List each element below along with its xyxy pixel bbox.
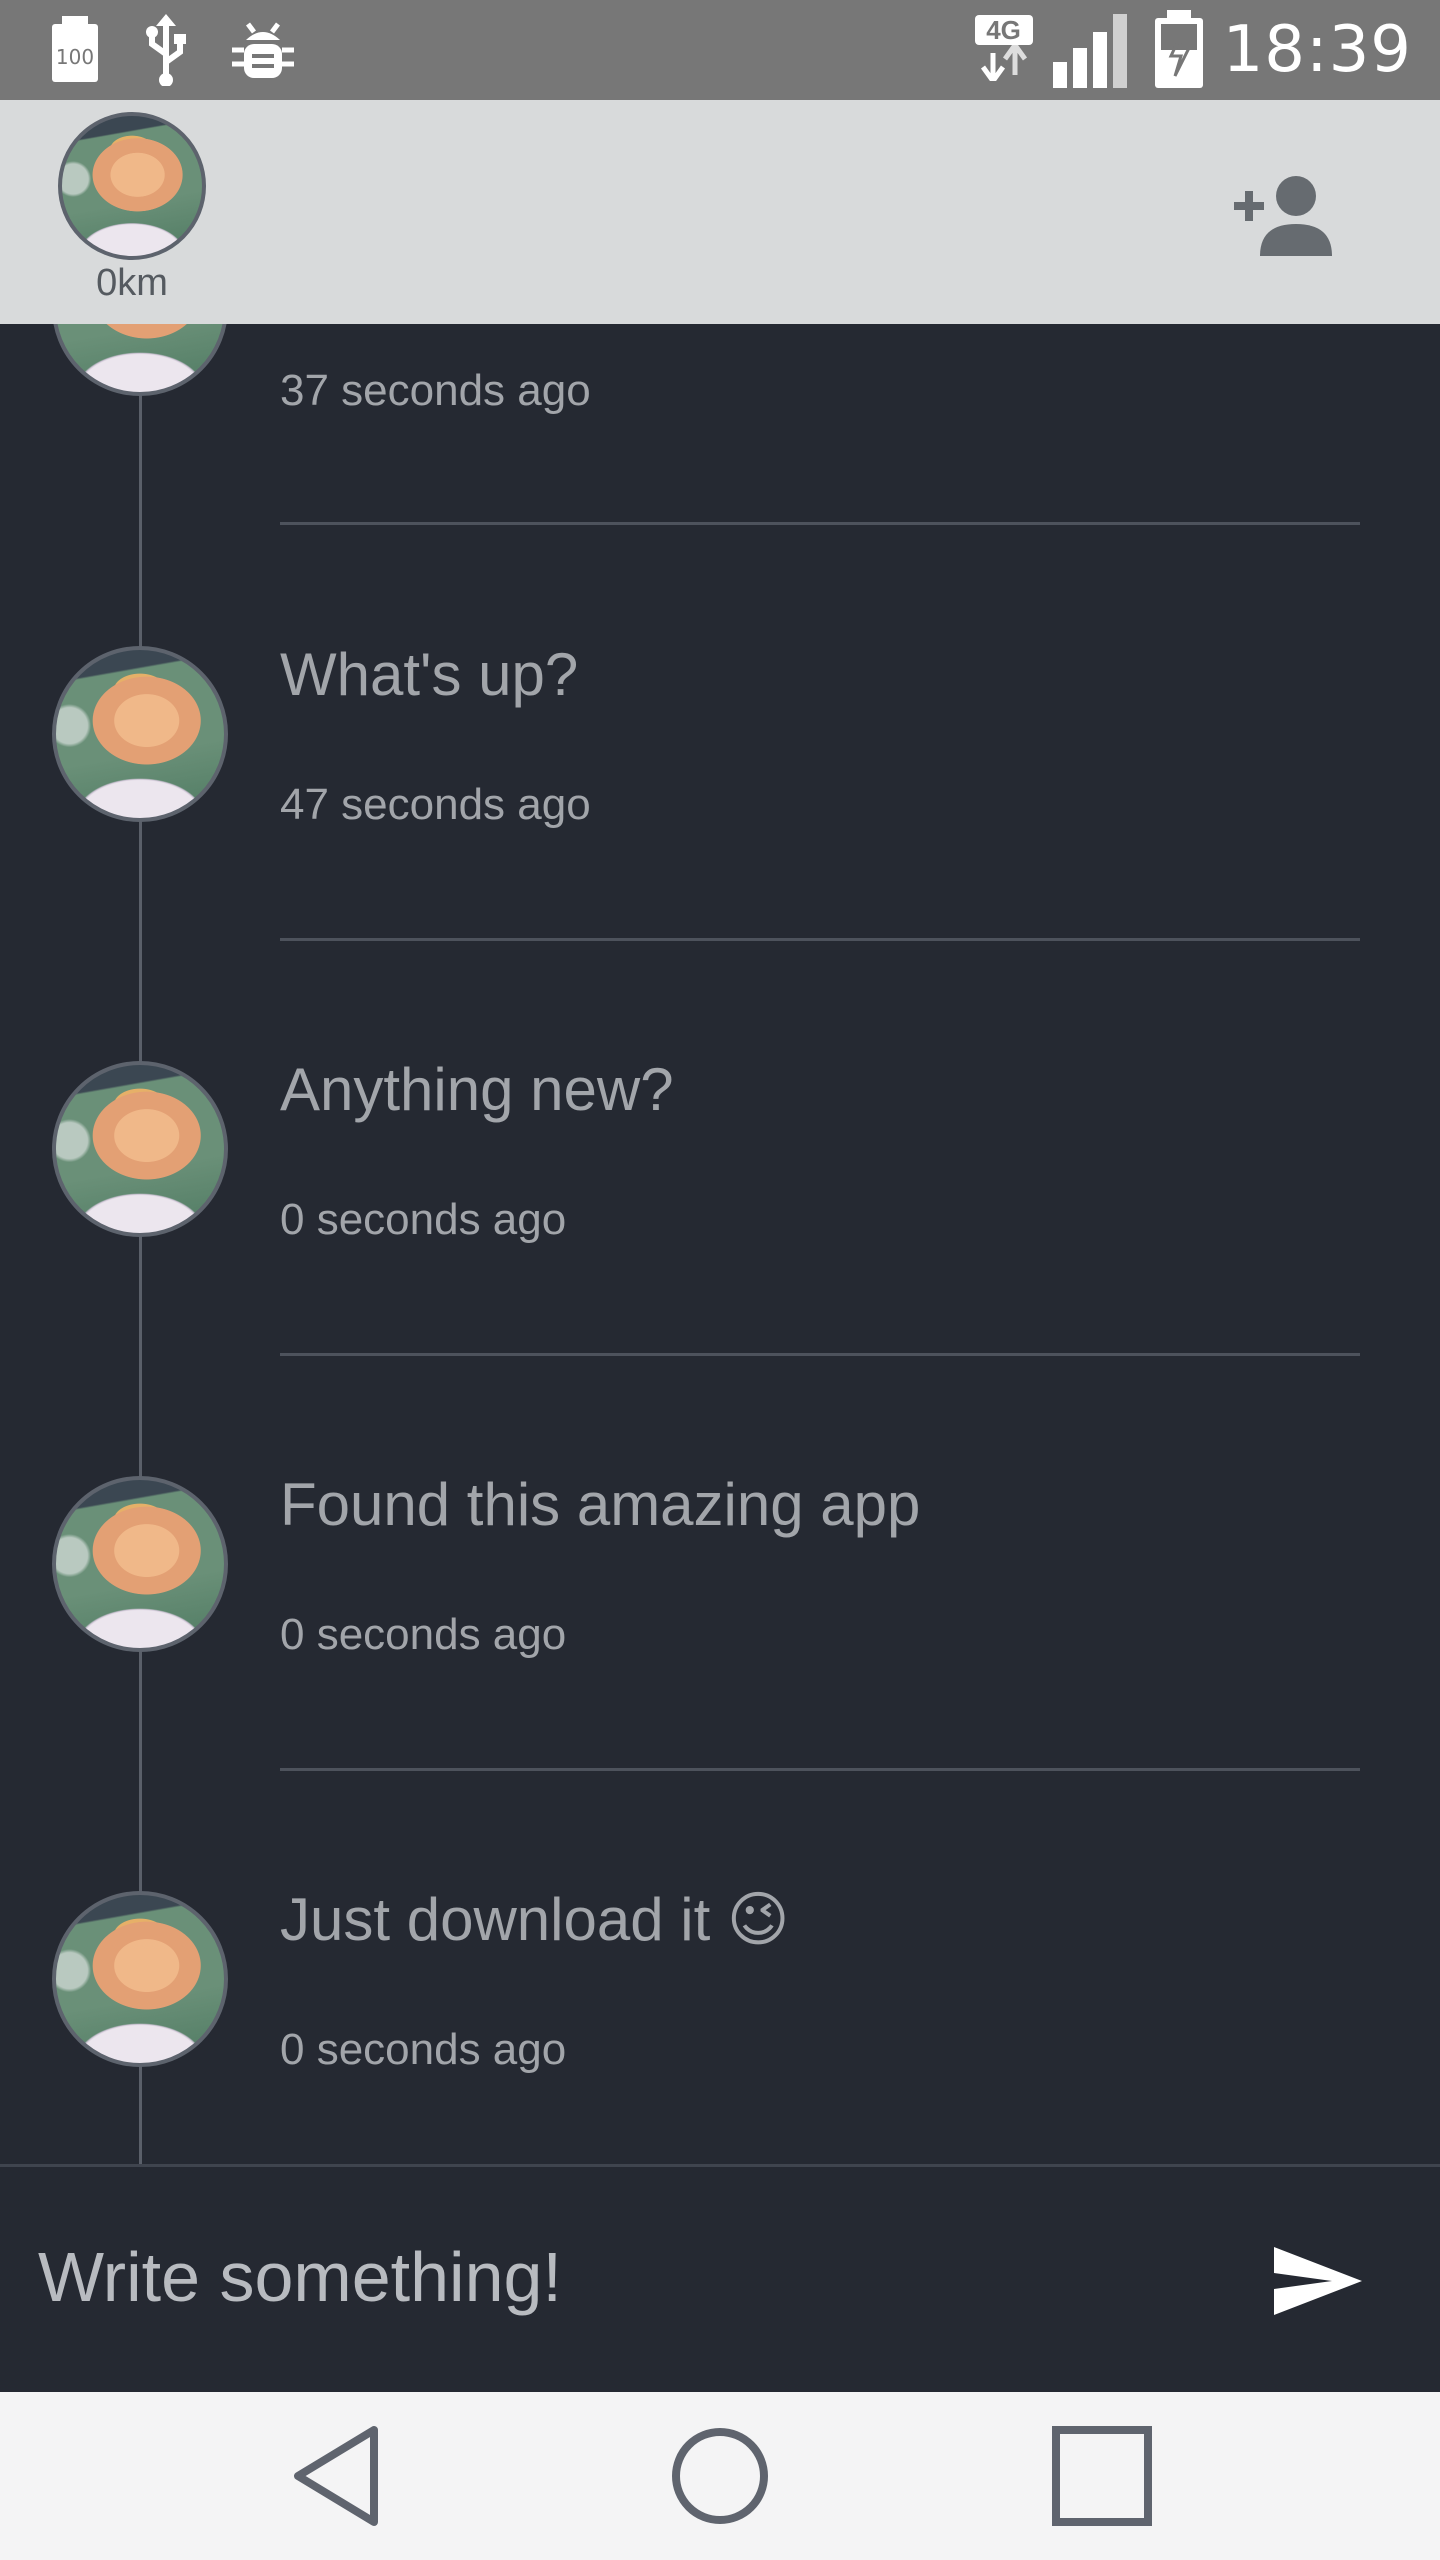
system-nav-bar bbox=[0, 2392, 1440, 2560]
send-icon bbox=[1274, 2247, 1362, 2315]
send-button[interactable] bbox=[1270, 2233, 1366, 2329]
message-time: 0 seconds ago bbox=[280, 1195, 567, 1244]
recents-button[interactable] bbox=[1046, 2420, 1158, 2532]
add-person-icon bbox=[1234, 176, 1332, 256]
divider bbox=[280, 938, 1360, 941]
recents-square-icon bbox=[1052, 2426, 1152, 2526]
message-avatar bbox=[52, 1476, 228, 1652]
app-header: 0km bbox=[0, 100, 1440, 324]
back-button[interactable] bbox=[284, 2420, 396, 2532]
message-avatar bbox=[52, 646, 228, 822]
message-time: 0 seconds ago bbox=[280, 1610, 567, 1659]
message-time: 0 seconds ago bbox=[280, 2025, 567, 2074]
message-avatar bbox=[52, 1061, 228, 1237]
message-text: What's up? bbox=[280, 641, 579, 708]
message-text: Found this amazing app bbox=[280, 1471, 921, 1538]
message-input[interactable] bbox=[38, 2217, 1188, 2337]
distance-label: 0km bbox=[96, 262, 168, 304]
message-time: 47 seconds ago bbox=[280, 780, 591, 829]
network-type-label: 4G bbox=[974, 14, 1033, 45]
signal-strength-icon bbox=[1052, 14, 1127, 88]
debug-bug-icon bbox=[232, 22, 294, 78]
clock: 18:39 bbox=[1222, 13, 1412, 87]
divider bbox=[280, 1768, 1360, 1771]
profile-avatar bbox=[58, 112, 206, 260]
divider bbox=[280, 522, 1360, 525]
battery-charging-icon bbox=[1154, 10, 1203, 88]
back-triangle-icon bbox=[294, 2426, 378, 2526]
timeline-line bbox=[139, 324, 142, 2164]
add-user-button[interactable] bbox=[1230, 170, 1340, 260]
usb-icon bbox=[146, 14, 186, 86]
home-circle-icon bbox=[672, 2428, 768, 2524]
message-avatar bbox=[52, 1891, 228, 2067]
message-text: Just download it 😉 bbox=[280, 1886, 790, 1953]
status-bar: 100 4G 18:39 bbox=[0, 0, 1440, 100]
divider bbox=[280, 1353, 1360, 1356]
home-button[interactable] bbox=[664, 2420, 776, 2532]
battery-full-icon: 100 bbox=[52, 16, 98, 82]
message-avatar bbox=[52, 324, 228, 396]
message-composer bbox=[0, 2164, 1440, 2392]
network-4g-indicator: 4G bbox=[974, 14, 1033, 86]
data-arrows-icon bbox=[980, 40, 1027, 85]
battery-level-label: 100 bbox=[56, 45, 94, 69]
message-text: Anything new? bbox=[280, 1056, 674, 1123]
message-feed[interactable]: 37 seconds ago What's up? 47 seconds ago… bbox=[0, 324, 1440, 2164]
message-time: 37 seconds ago bbox=[280, 366, 591, 415]
profile-avatar-button[interactable] bbox=[58, 112, 206, 260]
